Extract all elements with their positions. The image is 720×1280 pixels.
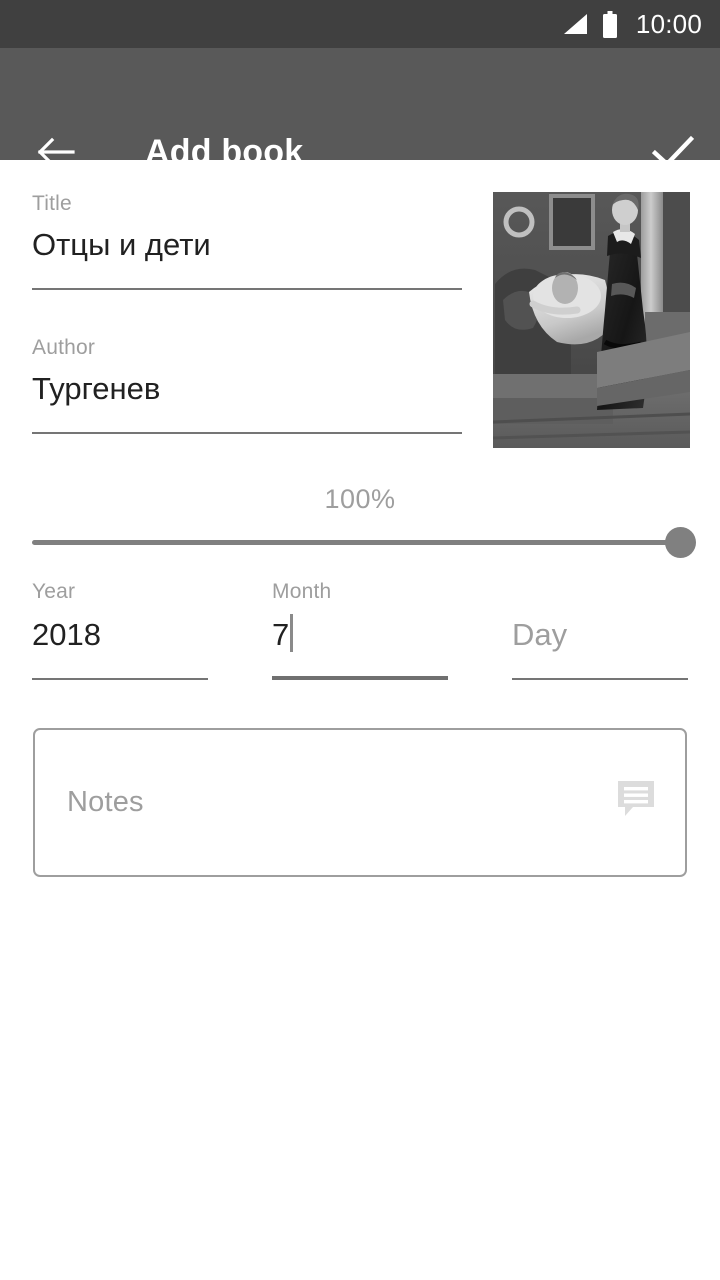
- year-field-label: Year: [32, 580, 76, 603]
- notes-field[interactable]: Notes: [33, 728, 687, 877]
- title-field-label: Title: [32, 192, 72, 215]
- comment-icon: [618, 781, 654, 816]
- title-field-value: Отцы и дети: [32, 227, 211, 262]
- progress-value-label: 100%: [324, 484, 396, 514]
- author-field-label: Author: [32, 336, 96, 359]
- status-bar-icons: 10:00: [561, 9, 702, 39]
- author-field-value: Тургенев: [32, 371, 161, 406]
- year-field[interactable]: Year 2018: [32, 580, 101, 656]
- book-cover-image[interactable]: [493, 192, 690, 448]
- author-field[interactable]: Author Тургенев: [32, 336, 160, 410]
- month-field-label: Month: [272, 580, 332, 603]
- day-field-underline: [512, 678, 688, 680]
- month-field[interactable]: Month 7: [272, 580, 331, 656]
- app-bar: Add book: [0, 48, 720, 171]
- progress-slider[interactable]: [32, 527, 696, 558]
- day-field-placeholder: Day: [512, 617, 568, 652]
- status-bar: 10:00: [0, 0, 720, 48]
- cover-painting-illustration: [493, 192, 690, 448]
- year-field-underline: [32, 678, 208, 680]
- progress-slider-track: [32, 540, 688, 545]
- month-field-underline: [272, 676, 448, 680]
- month-field-value: 7: [272, 617, 290, 652]
- battery-full-icon: [602, 10, 617, 38]
- status-bar-clock: 10:00: [635, 9, 702, 39]
- text-caret: [290, 614, 294, 652]
- app-screen: 10:00 Add book Title Отцы и дети Author: [0, 0, 720, 1280]
- signal-triangle-icon: [563, 14, 587, 34]
- notes-field-placeholder: Notes: [67, 786, 144, 818]
- author-field-underline: [32, 432, 462, 434]
- title-field-underline: [32, 288, 462, 290]
- title-field[interactable]: Title Отцы и дети: [32, 192, 211, 266]
- year-field-value: 2018: [32, 617, 101, 652]
- progress-slider-thumb[interactable]: [665, 527, 696, 558]
- day-field[interactable]: Day: [512, 580, 567, 656]
- form-content: Title Отцы и дети Author Тургенев 100% Y…: [0, 160, 720, 1280]
- month-field-value-wrap: 7: [272, 614, 294, 656]
